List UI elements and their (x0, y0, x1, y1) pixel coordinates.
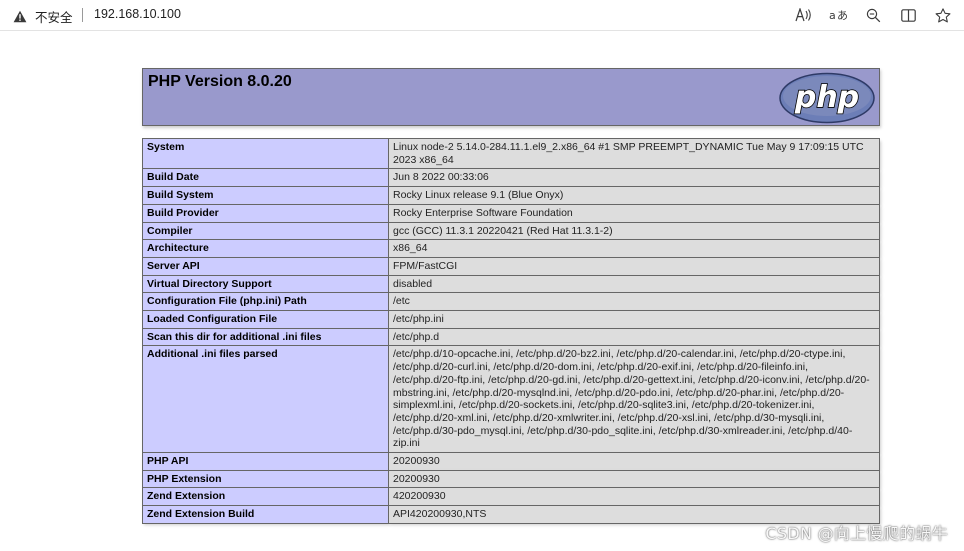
row-value: FPM/FastCGI (388, 256, 880, 276)
row-key: Architecture (142, 239, 389, 258)
row-value: Rocky Enterprise Software Foundation (388, 203, 880, 223)
phpinfo-page: PHP Version 8.0.20 php System Linux node-… (142, 68, 880, 524)
favorite-icon[interactable] (933, 5, 953, 25)
row-value: 20200930 (388, 452, 880, 471)
zoom-icon[interactable] (863, 5, 883, 25)
row-key: Additional .ini files parsed (142, 345, 389, 454)
row-value: 420200930 (388, 487, 880, 507)
table-row: Build System Rocky Linux release 9.1 (Blu… (142, 186, 880, 205)
table-row: Server API FPM/FastCGI (142, 256, 880, 276)
page-title: PHP Version 8.0.20 (148, 73, 292, 90)
php-version-header: PHP Version 8.0.20 php (142, 68, 880, 126)
table-row: PHP Extension 20200930 (142, 469, 880, 489)
address-separator (82, 8, 83, 22)
table-row: Zend Extension 420200930 (142, 487, 880, 507)
row-key: Virtual Directory Support (142, 274, 389, 294)
table-row: Loaded Configuration File/etc/php.ini (142, 310, 880, 329)
row-value: Rocky Linux release 9.1 (Blue Onyx) (388, 186, 880, 205)
table-row: Additional .ini files parsed/etc/php.d/1… (142, 345, 880, 454)
row-value: /etc/php.d/10-opcache.ini, /etc/php.d/20… (388, 345, 880, 454)
url-input[interactable]: 192.168.10.100 (94, 7, 181, 21)
row-key: Build Date (142, 168, 389, 188)
row-key: Build System (142, 186, 389, 205)
svg-text:あ: あ (837, 9, 847, 22)
table-row: Configuration File (php.ini) Path/etc (142, 292, 880, 312)
row-value: Jun 8 2022 00:33:06 (388, 168, 880, 188)
row-value: x86_64 (388, 239, 880, 258)
translate-icon[interactable]: a あ (828, 5, 848, 25)
row-key: Build Provider (142, 203, 389, 223)
split-screen-icon[interactable] (898, 5, 918, 25)
table-row: Virtual Directory Support disabled (142, 274, 880, 294)
table-row: Build Provider Rocky Enterprise Software … (142, 203, 880, 223)
row-key: Zend Extension (142, 487, 389, 507)
address-bar: 不安全 192.168.10.100 a あ (0, 0, 964, 31)
row-value: /etc/php.ini (388, 310, 880, 329)
row-value: /etc/php.d (388, 327, 880, 347)
row-key: PHP API (142, 452, 389, 471)
row-key: Server API (142, 256, 389, 276)
row-key: System (142, 137, 389, 170)
warning-icon[interactable] (13, 8, 27, 23)
row-value: disabled (388, 274, 880, 294)
table-row: PHP API 20200930 (142, 452, 880, 471)
read-aloud-icon[interactable] (794, 5, 814, 25)
row-key: Loaded Configuration File (142, 310, 389, 329)
table-row: Scan this dir for additional .ini files /… (142, 327, 880, 347)
table-row: System Linux node-2 5.14.0-284.11.1.el9_2… (142, 137, 880, 170)
row-key: PHP Extension (142, 469, 389, 489)
row-value: /etc (388, 292, 880, 312)
row-key: Scan this dir for additional .ini files (142, 327, 389, 347)
watermark: CSDN @向上慢爬的蜗牛 (765, 524, 948, 543)
row-value: gcc (GCC) 11.3.1 20220421 (Red Hat 11.3.… (388, 221, 880, 241)
table-row: Compiler gcc (GCC) 11.3.1 20220421 (Red H… (142, 221, 880, 241)
php-logo-text: php (794, 80, 859, 115)
row-value: 20200930 (388, 469, 880, 489)
row-key: Zend Extension Build (142, 505, 389, 524)
php-logo[interactable]: php (778, 72, 876, 124)
phpinfo-table: System Linux node-2 5.14.0-284.11.1.el9_2… (142, 137, 880, 524)
table-row: Build Date Jun 8 2022 00:33:06 (142, 168, 880, 188)
table-row: Architecture x86_64 (142, 239, 880, 258)
row-value: Linux node-2 5.14.0-284.11.1.el9_2.x86_6… (388, 137, 880, 170)
row-key: Configuration File (php.ini) Path (142, 292, 389, 312)
svg-text:a: a (829, 9, 836, 22)
security-status-label[interactable]: 不安全 (35, 7, 73, 26)
row-key: Compiler (142, 221, 389, 241)
